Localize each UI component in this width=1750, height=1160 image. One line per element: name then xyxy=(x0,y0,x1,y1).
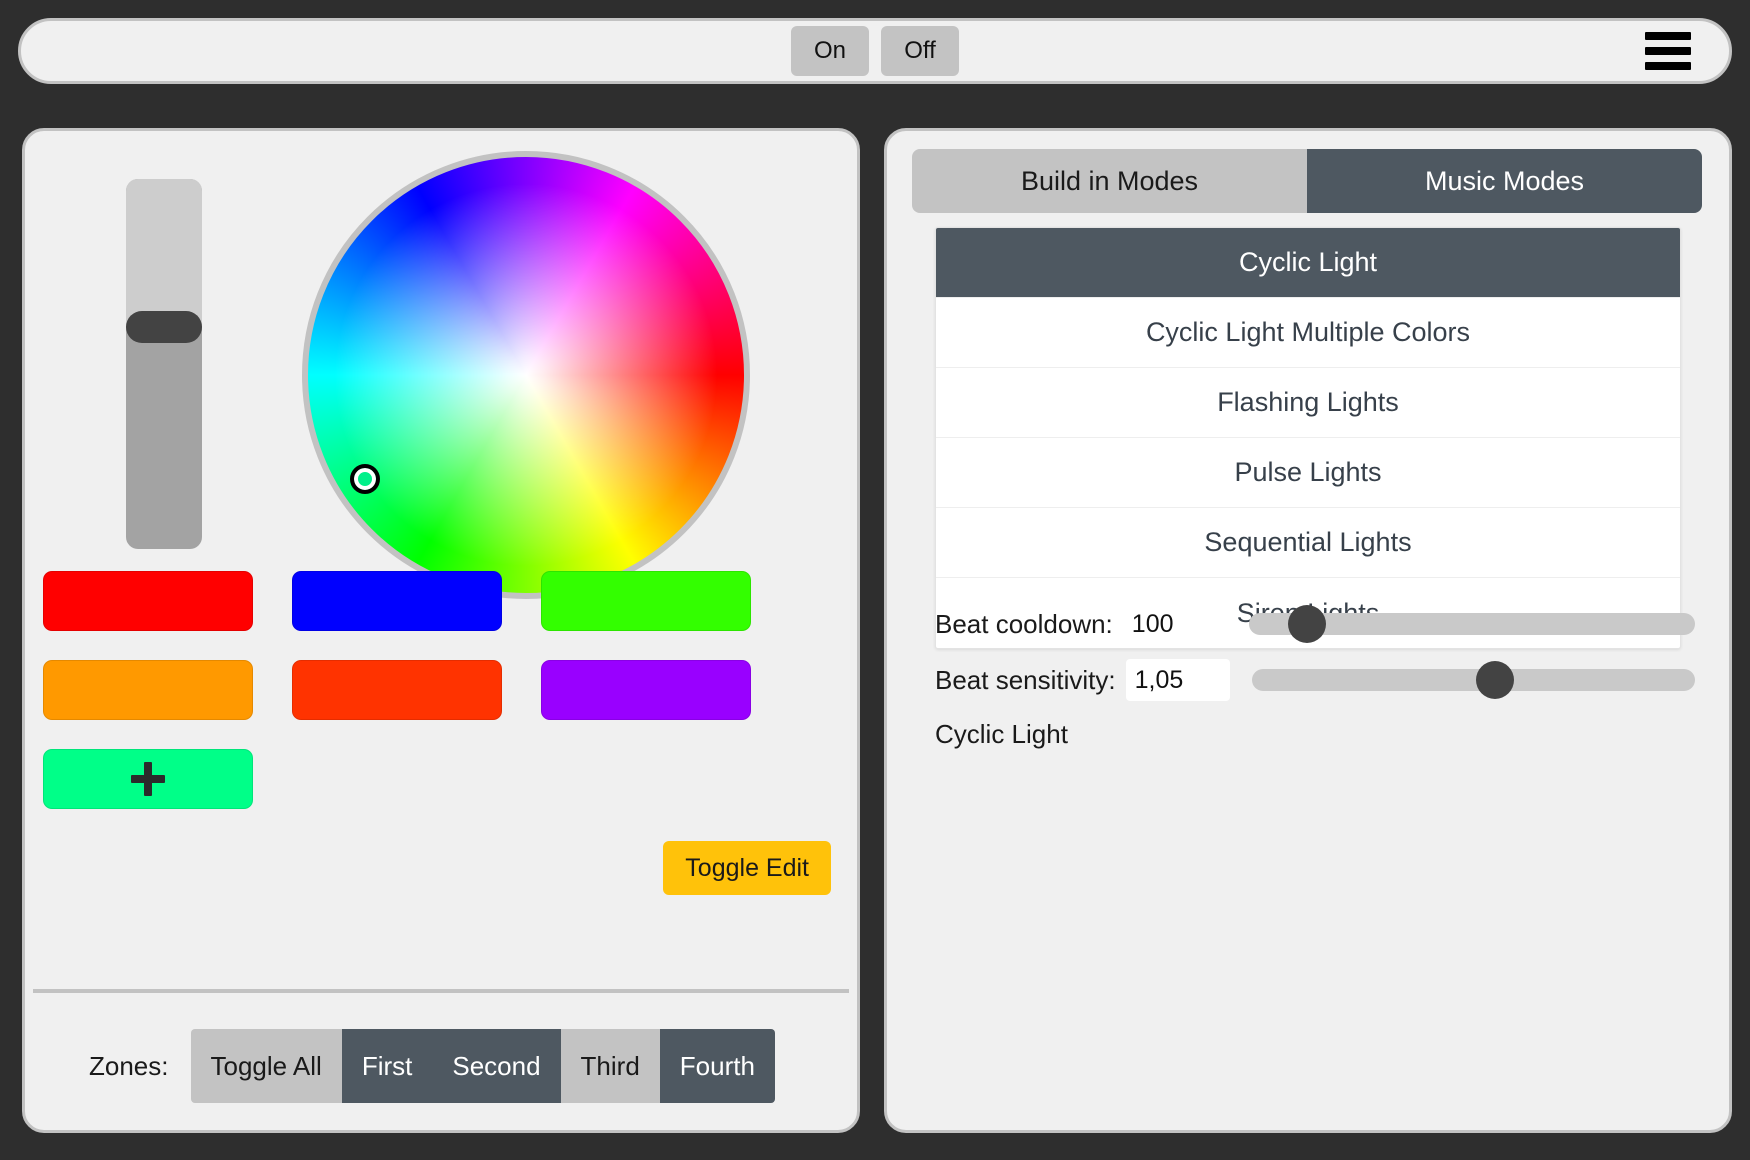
zone-button-third[interactable]: Third xyxy=(560,1029,660,1103)
modes-panel: Build in Modes Music Modes Cyclic Light Cy… xyxy=(884,128,1732,1133)
color-swatch-blue[interactable] xyxy=(292,571,502,631)
color-swatch-grid xyxy=(43,571,773,809)
hamburger-bar-1 xyxy=(1645,32,1691,40)
color-swatch-orangered[interactable] xyxy=(292,660,502,720)
color-swatch-purple[interactable] xyxy=(541,660,751,720)
brightness-slider-thumb[interactable] xyxy=(126,311,202,343)
beat-cooldown-slider[interactable] xyxy=(1248,605,1695,643)
power-on-button[interactable]: On xyxy=(791,26,869,76)
zones-row: Zones: Toggle All First Second Third Fourth xyxy=(25,1029,857,1103)
hamburger-menu-icon[interactable] xyxy=(1645,32,1691,70)
beat-sensitivity-row: Beat sensitivity: xyxy=(935,659,1695,701)
color-swatch-add[interactable] xyxy=(43,749,253,809)
zone-button-second[interactable]: Second xyxy=(432,1029,561,1103)
beat-sensitivity-input[interactable] xyxy=(1125,659,1230,701)
hamburger-bar-2 xyxy=(1645,47,1691,55)
color-wheel-selector[interactable] xyxy=(350,464,380,494)
color-control-panel: Toggle Edit Zones: Toggle All First Second… xyxy=(22,128,860,1133)
beat-sensitivity-slider[interactable] xyxy=(1251,661,1695,699)
zone-button-fourth[interactable]: Fourth xyxy=(659,1029,775,1103)
mode-item-flashing-lights[interactable]: Flashing Lights xyxy=(936,368,1680,438)
current-mode-status: Cyclic Light xyxy=(935,719,1068,749)
top-toolbar: On Off xyxy=(18,18,1732,84)
mode-item-pulse-lights[interactable]: Pulse Lights xyxy=(936,438,1680,508)
mode-tabs: Build in Modes Music Modes xyxy=(912,149,1702,213)
tab-build-in-modes[interactable]: Build in Modes xyxy=(912,149,1307,213)
mode-item-cyclic-light-multiple-colors[interactable]: Cyclic Light Multiple Colors xyxy=(936,298,1680,368)
beat-cooldown-input[interactable] xyxy=(1122,603,1227,645)
color-wheel-container xyxy=(302,151,750,599)
hamburger-bar-3 xyxy=(1645,62,1691,70)
panel-divider xyxy=(33,989,849,993)
tab-music-modes[interactable]: Music Modes xyxy=(1307,149,1702,213)
zone-button-toggle-all[interactable]: Toggle All xyxy=(190,1029,342,1103)
beat-cooldown-row: Beat cooldown: xyxy=(935,603,1695,645)
app-root: On Off Toggle Edit Zones: Toggle All Firs… xyxy=(0,0,1750,1160)
brightness-slider-upper-track xyxy=(126,179,202,327)
beat-cooldown-slider-thumb[interactable] xyxy=(1287,605,1326,643)
brightness-slider[interactable] xyxy=(126,179,202,549)
zones-label: Zones: xyxy=(89,1050,169,1081)
color-swatch-orange[interactable] xyxy=(43,660,253,720)
mode-item-cyclic-light[interactable]: Cyclic Light xyxy=(936,228,1680,298)
beat-cooldown-label: Beat cooldown: xyxy=(935,608,1113,639)
power-button-group: On Off xyxy=(791,26,959,76)
mode-list: Cyclic Light Cyclic Light Multiple Colors… xyxy=(935,227,1681,649)
mode-item-sequential-lights[interactable]: Sequential Lights xyxy=(936,508,1680,578)
beat-sensitivity-label: Beat sensitivity: xyxy=(935,664,1116,695)
beat-sensitivity-slider-thumb[interactable] xyxy=(1476,661,1515,699)
plus-icon xyxy=(131,762,165,796)
color-swatch-red[interactable] xyxy=(43,571,253,631)
color-swatch-green[interactable] xyxy=(541,571,751,631)
power-off-button[interactable]: Off xyxy=(881,26,959,76)
zone-button-group: Toggle All First Second Third Fourth xyxy=(190,1029,775,1103)
toggle-edit-button[interactable]: Toggle Edit xyxy=(663,841,831,895)
color-wheel[interactable] xyxy=(302,151,750,599)
zone-button-first[interactable]: First xyxy=(341,1029,433,1103)
